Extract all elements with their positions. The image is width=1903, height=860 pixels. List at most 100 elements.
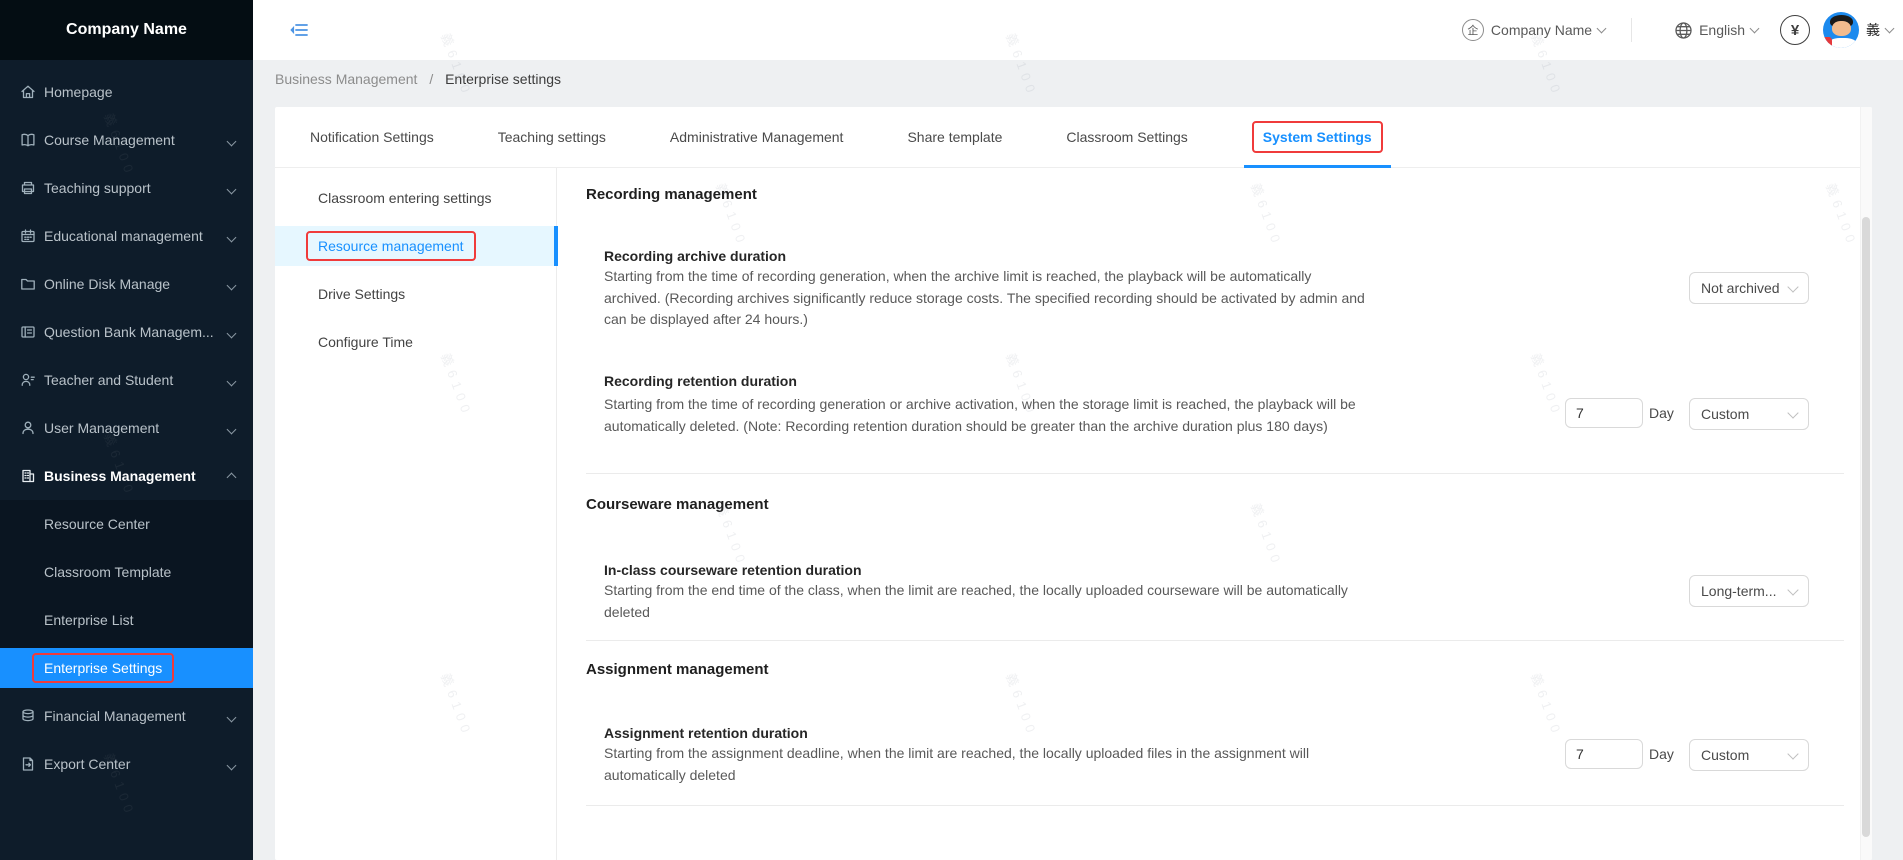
currency-icon[interactable]: ¥ bbox=[1780, 15, 1810, 45]
scrollbar-track[interactable] bbox=[1860, 107, 1872, 860]
sidebar-item-classroom-template[interactable]: Classroom Template bbox=[0, 548, 253, 596]
setting-title-assignment-retention: Assignment retention duration bbox=[604, 723, 808, 743]
setting-title-retention-duration: Recording retention duration bbox=[604, 371, 797, 391]
tab-bar: Notification Settings Teaching settings … bbox=[275, 107, 1872, 168]
section-divider bbox=[586, 640, 1844, 641]
sidebar-item-label: Course Management bbox=[44, 132, 175, 148]
sidebar-item-label: Homepage bbox=[44, 84, 113, 100]
tab-classroom-settings[interactable]: Classroom Settings bbox=[1066, 107, 1187, 167]
subnav-classroom-entering-settings[interactable]: Classroom entering settings bbox=[275, 178, 557, 218]
card-index-icon bbox=[19, 323, 37, 341]
breadcrumb-separator: / bbox=[429, 71, 433, 87]
sidebar-item-label: Classroom Template bbox=[44, 564, 171, 580]
sidebar-item-teaching-support[interactable]: Teaching support bbox=[0, 164, 253, 212]
chevron-down-icon bbox=[1885, 24, 1895, 34]
company-switcher[interactable]: 企 Company Name bbox=[1462, 19, 1605, 41]
setting-title-courseware-retention: In-class courseware retention duration bbox=[604, 560, 862, 580]
sidebar-item-question-bank-management[interactable]: Question Bank Managem... bbox=[0, 308, 253, 356]
chevron-down-icon bbox=[1787, 748, 1798, 759]
chevron-down-icon bbox=[228, 420, 235, 436]
menu-fold-icon[interactable] bbox=[289, 20, 309, 40]
language-selector[interactable]: English bbox=[1674, 21, 1758, 40]
section-divider bbox=[586, 805, 1844, 806]
building-icon bbox=[19, 467, 37, 485]
sidebar-item-business-management[interactable]: Business Management bbox=[0, 452, 253, 500]
coins-icon bbox=[19, 707, 37, 725]
retention-unit-select[interactable]: Custom bbox=[1689, 398, 1809, 430]
sidebar-item-online-disk-manage[interactable]: Online Disk Manage bbox=[0, 260, 253, 308]
tab-notification-settings[interactable]: Notification Settings bbox=[310, 107, 434, 167]
sidebar-item-educational-management[interactable]: Educational management bbox=[0, 212, 253, 260]
setting-description: Starting from the time of recording gene… bbox=[604, 394, 1366, 437]
tab-teaching-settings[interactable]: Teaching settings bbox=[498, 107, 606, 167]
settings-subnav: Classroom entering settings Resource man… bbox=[275, 168, 557, 860]
user-menu[interactable]: 義 bbox=[1866, 20, 1893, 40]
sidebar-item-label: Teaching support bbox=[44, 180, 151, 196]
sidebar-company-name: Company Name bbox=[66, 21, 187, 39]
subnav-drive-settings[interactable]: Drive Settings bbox=[275, 274, 557, 314]
globe-icon bbox=[1674, 21, 1693, 40]
chevron-down-icon bbox=[1597, 24, 1607, 34]
section-divider bbox=[586, 473, 1844, 474]
business-management-submenu: Resource Center Classroom Template Enter… bbox=[0, 500, 253, 688]
retention-days-input[interactable] bbox=[1565, 398, 1643, 428]
tab-system-settings[interactable]: System Settings bbox=[1252, 107, 1383, 167]
sidebar-item-user-management[interactable]: User Management bbox=[0, 404, 253, 452]
retention-unit-label: Day bbox=[1649, 398, 1674, 428]
printer-icon bbox=[19, 179, 37, 197]
sidebar-item-export-center[interactable]: Export Center bbox=[0, 740, 253, 788]
chevron-down-icon bbox=[228, 708, 235, 724]
scrollbar-thumb[interactable] bbox=[1862, 217, 1870, 837]
sidebar-menu: Homepage Course Management Teaching supp… bbox=[0, 60, 253, 788]
sidebar-item-resource-center[interactable]: Resource Center bbox=[0, 500, 253, 548]
chevron-down-icon bbox=[228, 324, 235, 340]
breadcrumb-current: Enterprise settings bbox=[445, 71, 561, 87]
user-icon bbox=[19, 419, 37, 437]
chevron-down-icon bbox=[1787, 281, 1798, 292]
sidebar-item-label: Enterprise List bbox=[44, 612, 133, 628]
chevron-up-icon bbox=[228, 468, 235, 484]
archive-duration-select[interactable]: Not archived bbox=[1689, 272, 1809, 304]
topbar-right-cluster: 企 Company Name English ¥ 義 bbox=[1462, 0, 1893, 60]
sidebar-item-homepage[interactable]: Homepage bbox=[0, 68, 253, 116]
section-heading-courseware: Courseware management bbox=[586, 495, 769, 515]
chevron-down-icon bbox=[1787, 407, 1798, 418]
tab-share-template[interactable]: Share template bbox=[907, 107, 1002, 167]
assignment-unit-select[interactable]: Custom bbox=[1689, 739, 1809, 771]
assignment-days-input[interactable] bbox=[1565, 739, 1643, 769]
sidebar-company-logo: Company Name bbox=[0, 0, 253, 60]
sidebar-item-label: Online Disk Manage bbox=[44, 276, 170, 292]
sidebar-item-financial-management[interactable]: Financial Management bbox=[0, 692, 253, 740]
subnav-configure-time[interactable]: Configure Time bbox=[275, 322, 557, 362]
sidebar-item-teacher-and-student[interactable]: Teacher and Student bbox=[0, 356, 253, 404]
section-heading-recording: Recording management bbox=[586, 185, 757, 205]
courseware-duration-select[interactable]: Long-term... bbox=[1689, 575, 1809, 607]
content-card: Notification Settings Teaching settings … bbox=[275, 107, 1872, 860]
chevron-down-icon bbox=[228, 372, 235, 388]
chevron-down-icon bbox=[228, 756, 235, 772]
sidebar-item-label: Teacher and Student bbox=[44, 372, 173, 388]
sidebar-item-label: Business Management bbox=[44, 468, 196, 484]
chevron-down-icon bbox=[228, 276, 235, 292]
breadcrumb: Business Management / Enterprise setting… bbox=[275, 71, 561, 87]
breadcrumb-parent[interactable]: Business Management bbox=[275, 71, 417, 87]
sidebar: Company Name Homepage Course Management … bbox=[0, 0, 253, 860]
sidebar-item-enterprise-settings[interactable]: Enterprise Settings bbox=[0, 648, 253, 688]
chevron-down-icon bbox=[228, 228, 235, 244]
topbar-divider bbox=[1631, 18, 1632, 42]
topbar: 企 Company Name English ¥ 義 bbox=[253, 0, 1903, 60]
setting-description: Starting from the end time of the class,… bbox=[604, 580, 1366, 623]
setting-description: Starting from the assignment deadline, w… bbox=[604, 743, 1366, 786]
sidebar-item-label-highlighted: Enterprise Settings bbox=[32, 653, 174, 683]
home-icon bbox=[19, 83, 37, 101]
sidebar-item-label: Financial Management bbox=[44, 708, 186, 724]
folder-icon bbox=[19, 275, 37, 293]
avatar[interactable] bbox=[1823, 12, 1859, 48]
language-label: English bbox=[1699, 22, 1745, 38]
chevron-down-icon bbox=[1787, 584, 1798, 595]
sidebar-item-enterprise-list[interactable]: Enterprise List bbox=[0, 596, 253, 644]
sidebar-item-course-management[interactable]: Course Management bbox=[0, 116, 253, 164]
sidebar-item-label: User Management bbox=[44, 420, 159, 436]
tab-administrative-management[interactable]: Administrative Management bbox=[670, 107, 844, 167]
subnav-resource-management[interactable]: Resource management bbox=[275, 226, 557, 266]
